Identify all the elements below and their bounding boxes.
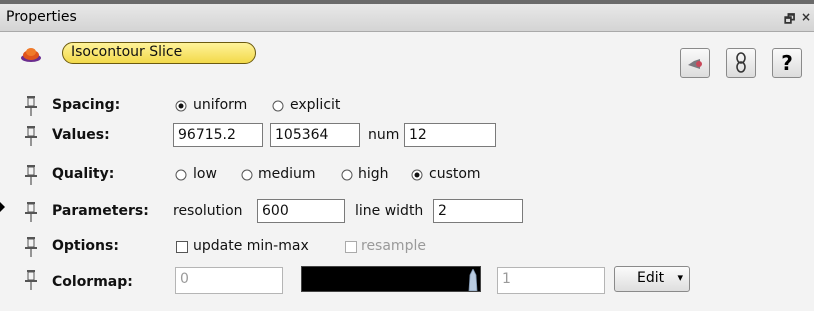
values-max-input[interactable]: 105364	[270, 123, 360, 147]
quality-medium-radio[interactable]	[241, 169, 253, 181]
colormap-bar[interactable]	[301, 266, 481, 292]
resolution-label: resolution	[173, 203, 243, 219]
parameters-label: Parameters:	[52, 203, 149, 219]
pin-icon[interactable]	[24, 201, 38, 223]
eye-icon	[684, 59, 706, 78]
pin-icon[interactable]	[24, 236, 38, 258]
resample-label: resample	[361, 238, 426, 254]
spacing-uniform-label: uniform	[193, 97, 248, 113]
options-label: Options:	[52, 238, 119, 254]
update-minmax-label: update min-max	[193, 238, 309, 254]
panel-title: Properties	[6, 9, 77, 25]
values-num-label: num	[368, 127, 400, 143]
panel-titlebar: Properties 🗗 ×	[0, 0, 814, 32]
row-options: Options: update min-max resample	[0, 233, 814, 263]
quality-high-label: high	[358, 166, 389, 182]
spacing-explicit-radio[interactable]	[272, 100, 284, 112]
link-button[interactable]	[726, 48, 756, 78]
values-num-input[interactable]: 12	[404, 123, 496, 147]
spacing-label: Spacing:	[52, 97, 121, 113]
row-quality: Quality: low medium high custom	[0, 161, 814, 191]
resolution-input[interactable]: 600	[257, 199, 345, 223]
row-spacing: Spacing: uniform explicit	[0, 92, 814, 122]
row-values: Values: 96715.2 105364 num 12	[0, 122, 814, 152]
properties-panel: Isocontour Slice ? Spacing: uniform expl…	[0, 32, 814, 311]
colormap-max-input[interactable]: 1	[497, 267, 605, 294]
linewidth-input[interactable]: 2	[433, 199, 523, 223]
row-colormap: Colormap: 0 1 Edit ▾	[0, 266, 814, 296]
spacing-uniform-radio[interactable]	[175, 100, 187, 112]
module-name-pill[interactable]: Isocontour Slice	[62, 42, 256, 64]
pin-icon[interactable]	[24, 269, 38, 291]
colormap-slider-handle[interactable]	[466, 269, 480, 291]
update-minmax-checkbox[interactable]	[176, 241, 188, 253]
pin-icon[interactable]	[24, 125, 38, 147]
chain-icon	[731, 52, 751, 79]
values-min-input[interactable]: 96715.2	[173, 123, 263, 147]
quality-low-label: low	[193, 166, 217, 182]
quality-custom-label: custom	[429, 166, 481, 182]
linewidth-label: line width	[355, 203, 424, 219]
row-parameters: Parameters: resolution 600 line width 2	[0, 198, 814, 228]
quality-low-radio[interactable]	[175, 169, 187, 181]
module-icon	[20, 45, 42, 63]
close-icon[interactable]: ×	[801, 10, 811, 24]
resample-checkbox[interactable]	[345, 241, 357, 253]
help-button[interactable]: ?	[772, 48, 802, 78]
edit-button-label: Edit	[637, 270, 665, 286]
quality-label: Quality:	[52, 166, 115, 182]
quality-high-radio[interactable]	[341, 169, 353, 181]
pin-icon[interactable]	[24, 95, 38, 117]
pin-icon[interactable]	[24, 164, 38, 186]
values-label: Values:	[52, 127, 110, 143]
chevron-down-icon: ▾	[677, 271, 683, 284]
quality-medium-label: medium	[258, 166, 316, 182]
spacing-explicit-label: explicit	[290, 97, 341, 113]
colormap-edit-button[interactable]: Edit ▾	[614, 266, 690, 292]
colormap-min-input[interactable]: 0	[175, 267, 283, 294]
colormap-label: Colormap:	[52, 274, 133, 290]
visibility-button[interactable]	[680, 48, 710, 78]
quality-custom-radio[interactable]	[411, 169, 423, 181]
float-icon[interactable]: 🗗	[784, 10, 795, 31]
